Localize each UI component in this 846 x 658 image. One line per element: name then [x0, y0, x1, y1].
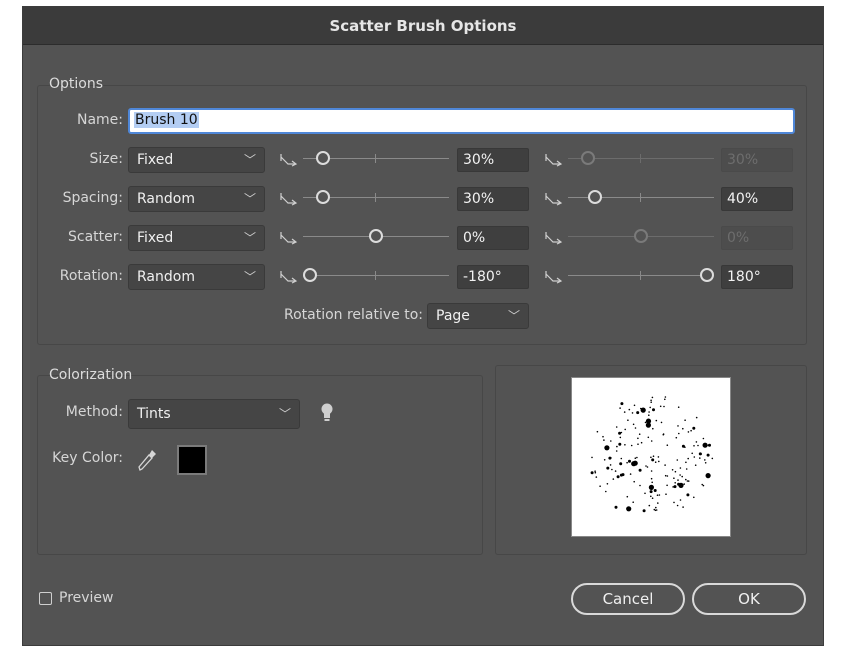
slider-knob[interactable]: [316, 151, 330, 165]
size-min-slider[interactable]: [303, 151, 449, 167]
rotation-max-slider[interactable]: [568, 268, 714, 284]
scatter-min-field[interactable]: 0%: [457, 226, 529, 250]
rotation-relative-dropdown[interactable]: Page ﹀: [427, 303, 529, 329]
rotation-label: Rotation:: [59, 268, 123, 284]
rotation-method-dropdown[interactable]: Random ﹀: [128, 264, 265, 290]
chevron-down-icon: ﹀: [243, 192, 256, 206]
slider-knob: [634, 229, 648, 243]
chevron-down-icon: ﹀: [243, 153, 256, 167]
rotation-max-field[interactable]: 180°: [721, 265, 793, 289]
pressure-icon[interactable]: [280, 153, 298, 167]
key-color-swatch[interactable]: [177, 445, 207, 475]
size-min-field[interactable]: 30%: [457, 148, 529, 172]
colorization-group-title: Colorization: [49, 367, 133, 383]
key-color-label: Key Color:: [52, 450, 123, 466]
ok-button[interactable]: OK: [692, 583, 806, 615]
eyedropper-icon[interactable]: [136, 447, 158, 473]
rotation-relative-value: Page: [436, 308, 470, 324]
scatter-label: Scatter:: [68, 229, 123, 245]
rotation-min-slider[interactable]: [303, 268, 449, 284]
spacing-max-slider[interactable]: [568, 190, 714, 206]
spacing-min-field[interactable]: 30%: [457, 187, 529, 211]
spacing-max-field[interactable]: 40%: [721, 187, 793, 211]
size-max-slider: [568, 151, 714, 167]
slider-knob[interactable]: [303, 268, 317, 282]
scatter-method-dropdown[interactable]: Fixed ﹀: [128, 225, 265, 251]
slider-knob[interactable]: [316, 190, 330, 204]
preview-checkbox[interactable]: [39, 592, 52, 605]
chevron-down-icon: ﹀: [243, 270, 256, 284]
dialog-title: Scatter Brush Options: [23, 7, 823, 45]
chevron-down-icon: ﹀: [507, 309, 520, 323]
pressure-icon[interactable]: [280, 231, 298, 245]
colorization-method-value: Tints: [137, 406, 171, 422]
size-max-field: 30%: [721, 148, 793, 172]
scatter-pattern-image: [590, 396, 714, 513]
brush-preview: [571, 377, 731, 537]
spacing-method-dropdown[interactable]: Random ﹀: [128, 186, 265, 212]
scatter-max-slider: [568, 229, 714, 245]
size-method-value: Fixed: [137, 152, 174, 168]
name-value: Brush 10: [134, 112, 199, 128]
spacing-min-slider[interactable]: [303, 190, 449, 206]
pressure-icon[interactable]: [545, 192, 563, 206]
spacing-method-value: Random: [137, 191, 195, 207]
chevron-down-icon: ﹀: [278, 407, 291, 421]
pressure-icon[interactable]: [545, 153, 563, 167]
scatter-min-slider[interactable]: [303, 229, 449, 245]
scatter-max-field: 0%: [721, 226, 793, 250]
scatter-brush-options-dialog: Scatter Brush Options Options Name: Brus…: [22, 6, 824, 646]
pressure-icon[interactable]: [545, 231, 563, 245]
slider-knob[interactable]: [369, 229, 383, 243]
pressure-icon[interactable]: [545, 270, 563, 284]
colorization-method-dropdown[interactable]: Tints ﹀: [128, 399, 300, 429]
slider-knob[interactable]: [700, 268, 714, 282]
method-label: Method:: [65, 404, 123, 420]
name-label: Name:: [76, 112, 123, 128]
options-group-title: Options: [49, 76, 104, 92]
rotation-relative-label: Rotation relative to:: [283, 307, 423, 323]
pressure-icon[interactable]: [280, 192, 298, 206]
preview-label[interactable]: Preview: [59, 590, 114, 606]
chevron-down-icon: ﹀: [243, 231, 256, 245]
pressure-icon[interactable]: [280, 270, 298, 284]
scatter-method-value: Fixed: [137, 230, 174, 246]
size-method-dropdown[interactable]: Fixed ﹀: [128, 147, 265, 173]
name-input[interactable]: Brush 10: [128, 108, 795, 134]
slider-knob[interactable]: [588, 190, 602, 204]
rotation-method-value: Random: [137, 269, 195, 285]
size-label: Size:: [89, 151, 123, 167]
tip-lightbulb-icon[interactable]: [320, 402, 334, 424]
cancel-button[interactable]: Cancel: [571, 583, 685, 615]
slider-knob: [581, 151, 595, 165]
spacing-label: Spacing:: [62, 190, 123, 206]
rotation-min-field[interactable]: -180°: [457, 265, 529, 289]
